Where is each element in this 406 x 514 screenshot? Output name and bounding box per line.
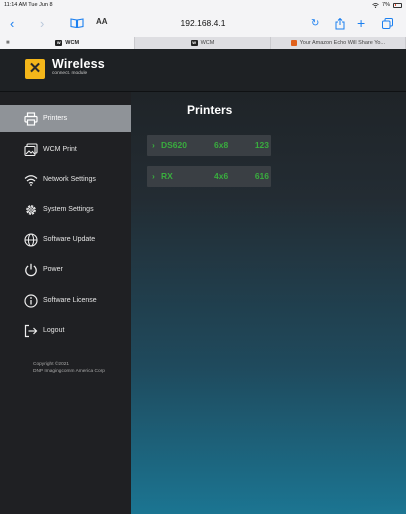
sidebar-item-logout[interactable]: Logout bbox=[0, 317, 131, 344]
x-icon: ✕ bbox=[28, 60, 42, 77]
logo-subtitle: connect. module bbox=[52, 71, 88, 76]
logout-icon bbox=[23, 323, 39, 339]
browser-tabs: ■ W WCM W WCM Your Amazon Echo Will Shar… bbox=[0, 37, 406, 49]
tabs-overview-icon[interactable] bbox=[382, 18, 393, 29]
page-title: Printers bbox=[187, 103, 233, 117]
sidebar-item-system-settings[interactable]: System Settings bbox=[0, 196, 131, 223]
sidebar-item-printers[interactable]: Printers bbox=[0, 105, 131, 132]
tab-wcm[interactable]: W WCM bbox=[135, 37, 271, 49]
sidebar-item-label: Network Settings bbox=[43, 176, 96, 183]
sidebar-item-label: Software License bbox=[43, 297, 97, 304]
gear-icon bbox=[23, 202, 39, 218]
copyright-company: DNP Imagingcomm America Corp bbox=[33, 369, 105, 374]
copyright-notice: Copyright ©2021 DNP Imagingcomm America … bbox=[33, 361, 105, 375]
status-bar: 11:14 AM Tue Jun 8 7% bbox=[0, 0, 406, 10]
status-time: 11:14 AM bbox=[4, 2, 27, 8]
sidebar-item-label: Power bbox=[43, 266, 63, 273]
chevron-right-icon: › bbox=[152, 171, 155, 181]
bookmarks-icon[interactable] bbox=[70, 18, 84, 29]
browser-toolbar: 192.168.4.1 ‹ › AA ↻ + bbox=[0, 10, 406, 37]
status-date: Tue Jun 8 bbox=[28, 2, 53, 8]
tab-close-icon[interactable]: ■ bbox=[6, 40, 10, 46]
printer-row-ds620[interactable]: › DS620 6x8 123 bbox=[147, 135, 271, 156]
printer-name: RX bbox=[161, 171, 173, 181]
battery-icon bbox=[393, 2, 402, 8]
forward-icon[interactable]: › bbox=[40, 10, 44, 37]
sidebar-item-wcm-print[interactable]: WCM Print bbox=[0, 136, 131, 163]
printer-print-count: 123 bbox=[254, 140, 269, 150]
wifi-icon bbox=[23, 172, 39, 188]
sidebar-item-label: WCM Print bbox=[43, 146, 77, 153]
printer-media-size: 6x8 bbox=[214, 140, 229, 150]
tab-amazon[interactable]: Your Amazon Echo Will Share Yo... bbox=[271, 37, 406, 49]
tab-wcm-active[interactable]: ■ W WCM bbox=[0, 37, 136, 49]
sidebar-item-label: Software Update bbox=[43, 236, 96, 243]
back-icon[interactable]: ‹ bbox=[10, 10, 14, 37]
printer-icon bbox=[23, 111, 39, 127]
sidebar-item-network-settings[interactable]: Network Settings bbox=[0, 166, 131, 193]
sidebar-item-label: System Settings bbox=[43, 206, 94, 213]
share-icon[interactable] bbox=[335, 17, 345, 30]
amazon-favicon-icon bbox=[290, 40, 297, 46]
sidebar-item-power[interactable]: Power bbox=[0, 256, 131, 283]
battery-percent: 7% bbox=[382, 2, 390, 8]
close-menu-button[interactable]: ✕ bbox=[25, 59, 45, 79]
image-icon bbox=[23, 142, 39, 158]
logo-title: Wireless bbox=[52, 57, 105, 71]
reload-icon[interactable]: ↻ bbox=[311, 10, 319, 37]
address-bar[interactable]: 192.168.4.1 bbox=[0, 10, 406, 37]
wcm-favicon-icon: W bbox=[55, 40, 63, 46]
text-size-button[interactable]: AA bbox=[96, 17, 108, 26]
printer-name: DS620 bbox=[161, 140, 187, 150]
printer-media-size: 4x6 bbox=[214, 171, 229, 181]
copyright-line: Copyright ©2021 bbox=[33, 362, 70, 367]
wireless-logo: Wireless connect. module bbox=[52, 57, 105, 76]
info-icon bbox=[23, 293, 39, 309]
globe-icon bbox=[23, 232, 39, 248]
wifi-status-icon bbox=[372, 2, 379, 8]
wcm-favicon-icon: W bbox=[190, 40, 198, 46]
sidebar-item-label: Printers bbox=[43, 115, 68, 122]
new-tab-icon[interactable]: + bbox=[357, 10, 365, 37]
tab-label: Your Amazon Echo Will Share Yo... bbox=[299, 40, 386, 46]
status-indicators: 7% bbox=[372, 2, 402, 8]
printer-row-rx[interactable]: › RX 4x6 616 bbox=[147, 166, 271, 187]
chevron-right-icon: › bbox=[152, 140, 155, 150]
tab-label: WCM bbox=[200, 40, 215, 46]
sidebar-item-software-license[interactable]: Software License bbox=[0, 287, 131, 314]
printer-print-count: 616 bbox=[254, 171, 269, 181]
tab-label: WCM bbox=[65, 40, 80, 46]
status-time-date: 11:14 AM Tue Jun 8 bbox=[4, 2, 53, 8]
power-icon bbox=[23, 262, 39, 278]
sidebar-item-label: Logout bbox=[43, 327, 65, 334]
screen: 11:14 AM Tue Jun 8 7% 192.168.4.1 ‹ › AA… bbox=[0, 0, 406, 514]
sidebar-item-software-update[interactable]: Software Update bbox=[0, 226, 131, 253]
